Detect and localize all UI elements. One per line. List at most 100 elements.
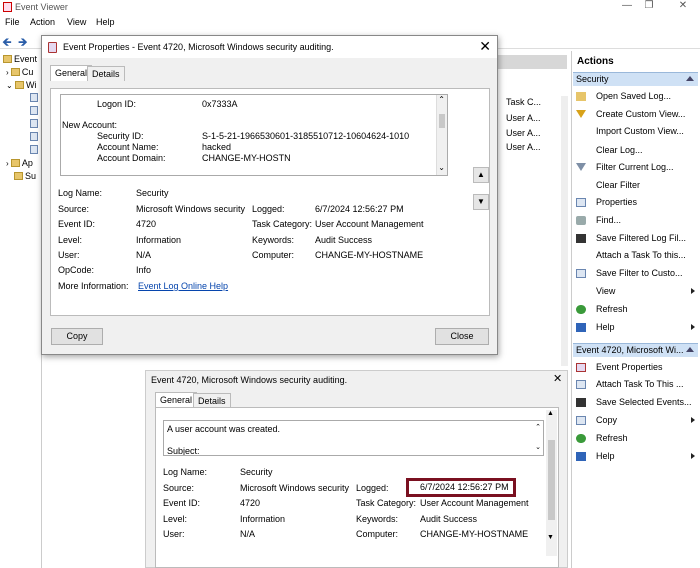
menu-action[interactable]: Action bbox=[30, 17, 55, 27]
tab-general[interactable]: General bbox=[50, 65, 93, 81]
scroll-down-icon[interactable]: ⌄ bbox=[535, 443, 541, 451]
preview-message: A user account was created. bbox=[167, 424, 281, 434]
action-attach-task[interactable]: Attach a Task To this... bbox=[575, 247, 698, 264]
scroll-down-icon[interactable]: ⌄ bbox=[438, 163, 445, 172]
action-import-custom-view[interactable]: Import Custom View... bbox=[575, 123, 698, 140]
event-list-header bbox=[498, 55, 567, 69]
action-properties[interactable]: Properties bbox=[575, 194, 698, 211]
action-save-selected-events[interactable]: Save Selected Events... bbox=[575, 394, 698, 411]
copy-icon bbox=[576, 416, 586, 425]
action-find[interactable]: Find... bbox=[575, 212, 698, 229]
highlight-box bbox=[406, 478, 516, 497]
action-attach-task-event[interactable]: Attach Task To This ... bbox=[575, 376, 698, 393]
close-preview-icon[interactable]: ✕ bbox=[553, 372, 562, 385]
action-event-properties[interactable]: Event Properties bbox=[575, 359, 698, 376]
close-button[interactable]: Close bbox=[435, 328, 489, 345]
actions-section-security[interactable]: Security bbox=[573, 72, 698, 86]
copy-button[interactable]: Copy bbox=[51, 328, 103, 345]
msg-label: New Account: bbox=[62, 120, 118, 130]
filter-icon bbox=[576, 163, 586, 171]
collapse-icon[interactable] bbox=[686, 76, 694, 81]
message-box[interactable]: Logon ID: 0x7333A New Account: Security … bbox=[60, 94, 448, 176]
action-create-custom-view[interactable]: Create Custom View... bbox=[575, 106, 698, 123]
action-refresh-event[interactable]: Refresh bbox=[575, 430, 698, 447]
field-label: User: bbox=[58, 250, 80, 260]
action-save-filter-custom[interactable]: Save Filter to Custo... bbox=[575, 265, 698, 282]
field-label: Computer: bbox=[252, 250, 295, 260]
scroll-down-icon[interactable]: ▼ bbox=[547, 534, 554, 541]
action-help[interactable]: Help bbox=[575, 319, 698, 336]
tree-item-subscriptions[interactable]: Su bbox=[0, 170, 41, 183]
tree-log-item[interactable] bbox=[0, 131, 41, 144]
minimize-button[interactable]: — bbox=[616, 0, 638, 12]
field-label: Logged: bbox=[252, 204, 285, 214]
preview-scroll-thumb[interactable] bbox=[548, 440, 555, 520]
event-row[interactable]: User A... bbox=[506, 128, 541, 138]
folder-icon bbox=[10, 68, 20, 76]
collapse-icon[interactable] bbox=[686, 347, 694, 352]
task-icon bbox=[576, 380, 586, 389]
preview-tab-general[interactable]: General bbox=[155, 392, 198, 408]
dialog-close-icon[interactable]: ✕ bbox=[479, 38, 491, 55]
tree-log-item[interactable] bbox=[0, 144, 41, 157]
menu-view[interactable]: View bbox=[67, 17, 86, 27]
menu-file[interactable]: File bbox=[5, 17, 20, 27]
tree-log-item[interactable] bbox=[0, 118, 41, 131]
msg-label: Logon ID: bbox=[97, 99, 137, 109]
field-value: 6/7/2024 12:56:27 PM bbox=[315, 204, 404, 214]
action-view[interactable]: View bbox=[575, 283, 698, 300]
action-filter-current-log[interactable]: Filter Current Log... bbox=[575, 159, 698, 176]
field-label: User: bbox=[163, 529, 185, 539]
tab-details[interactable]: Details bbox=[87, 66, 125, 81]
action-copy[interactable]: Copy bbox=[575, 412, 698, 429]
dialog-titlebar: Event Properties - Event 4720, Microsoft… bbox=[42, 36, 497, 58]
tree-item-custom-views[interactable]: › Cu bbox=[0, 66, 41, 79]
log-icon bbox=[30, 106, 38, 115]
subscriptions-icon bbox=[14, 172, 23, 180]
field-value: CHANGE-MY-HOSTNAME bbox=[420, 529, 529, 539]
previous-event-button[interactable]: ▲ bbox=[473, 167, 489, 183]
event-row[interactable]: User A... bbox=[506, 113, 541, 123]
msg-value: hacked bbox=[202, 142, 232, 152]
event-row[interactable]: User A... bbox=[506, 142, 541, 152]
tree-item-applications[interactable]: › Ap bbox=[0, 157, 41, 170]
action-open-saved-log[interactable]: Open Saved Log... bbox=[575, 88, 698, 105]
action-clear-log[interactable]: Clear Log... bbox=[575, 142, 698, 159]
action-help-event[interactable]: Help bbox=[575, 448, 698, 465]
field-value: N/A bbox=[136, 250, 152, 260]
message-scroll-thumb[interactable] bbox=[439, 114, 445, 128]
submenu-arrow-icon bbox=[691, 417, 695, 423]
actions-section-event[interactable]: Event 4720, Microsoft Wi... bbox=[573, 343, 698, 357]
maximize-button[interactable]: ❐ bbox=[638, 0, 660, 12]
scroll-up-icon[interactable]: ⌃ bbox=[438, 95, 445, 104]
field-value: N/A bbox=[240, 529, 256, 539]
action-clear-filter[interactable]: Clear Filter bbox=[575, 177, 698, 194]
event-list-scrollbar[interactable] bbox=[561, 96, 568, 366]
field-value: Information bbox=[240, 514, 286, 524]
next-event-button[interactable]: ▼ bbox=[473, 194, 489, 210]
window-title: Event Viewer bbox=[15, 2, 68, 12]
preview-title: Event 4720, Microsoft Windows security a… bbox=[151, 375, 348, 385]
field-value: Security bbox=[136, 188, 169, 198]
event-log-online-help-link[interactable]: Event Log Online Help bbox=[138, 281, 228, 291]
tree-item-windows-logs[interactable]: ⌄ Wi bbox=[0, 79, 41, 92]
action-refresh[interactable]: Refresh bbox=[575, 301, 698, 318]
tree-item-root[interactable]: Event bbox=[0, 53, 41, 66]
submenu-arrow-icon bbox=[691, 324, 695, 330]
preview-tab-details[interactable]: Details bbox=[193, 393, 231, 408]
field-label: Computer: bbox=[356, 529, 399, 539]
save-filter-icon bbox=[576, 269, 586, 278]
field-value: Audit Success bbox=[420, 514, 478, 524]
event-row[interactable]: Task C... bbox=[506, 97, 541, 107]
menu-help[interactable]: Help bbox=[96, 17, 115, 27]
tree-log-item[interactable] bbox=[0, 105, 41, 118]
msg-label: Account Name: bbox=[97, 142, 159, 152]
tree-log-item[interactable] bbox=[0, 92, 41, 105]
help-icon bbox=[576, 323, 586, 332]
event-properties-icon bbox=[48, 42, 57, 53]
close-window-button[interactable]: ✕ bbox=[672, 0, 694, 12]
preview-message-box[interactable]: A user account was created. Subject: ⌃ ⌄ bbox=[163, 420, 544, 456]
scroll-up-icon[interactable]: ⌃ bbox=[535, 423, 541, 431]
scroll-up-icon[interactable]: ▲ bbox=[547, 410, 554, 417]
action-save-filtered-log[interactable]: Save Filtered Log Fil... bbox=[575, 230, 698, 247]
